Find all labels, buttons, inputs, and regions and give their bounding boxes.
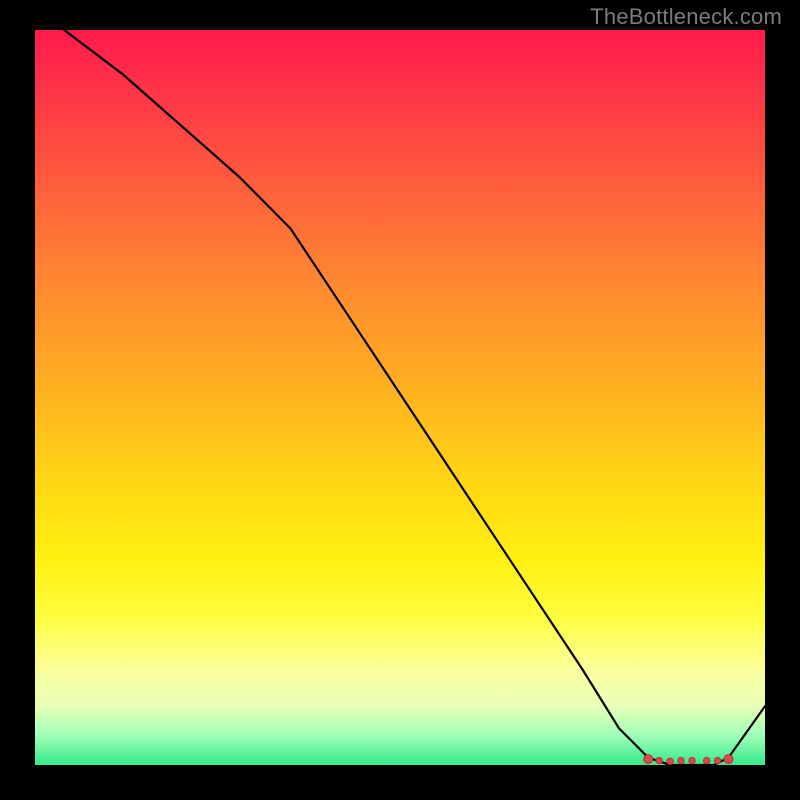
marker-point: [667, 758, 673, 764]
plot-area: [35, 30, 765, 765]
marker-point: [656, 757, 662, 763]
marker-point: [724, 755, 733, 764]
data-curve: [35, 8, 765, 765]
line-chart-svg: [35, 30, 765, 765]
data-markers: [644, 755, 733, 765]
marker-point: [644, 755, 653, 764]
marker-point: [689, 757, 695, 763]
marker-point: [703, 757, 709, 763]
chart-frame: TheBottleneck.com: [0, 0, 800, 800]
marker-point: [678, 757, 684, 763]
watermark-text: TheBottleneck.com: [590, 4, 782, 30]
marker-point: [714, 757, 720, 763]
